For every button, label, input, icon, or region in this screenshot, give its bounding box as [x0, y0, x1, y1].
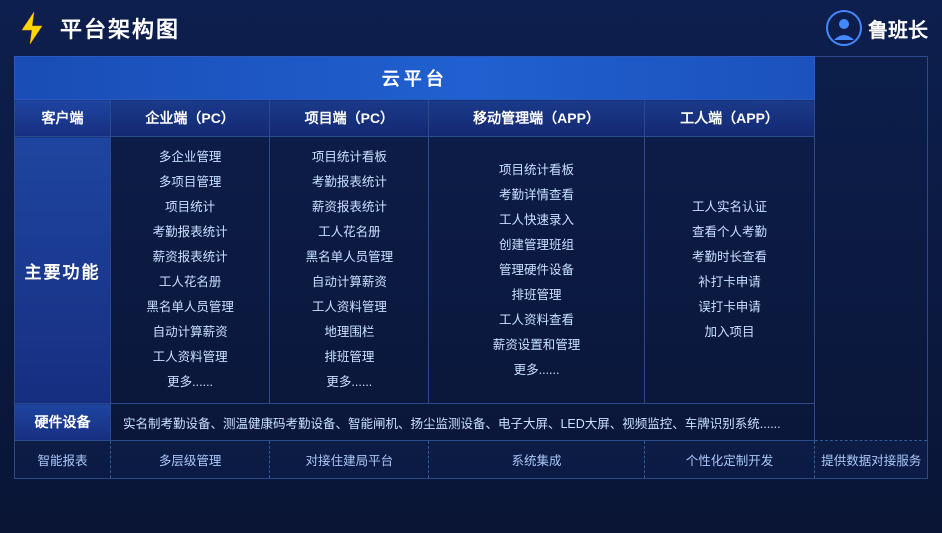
project-feature-8: 地理围栏	[276, 320, 422, 345]
mobile-feature-7: 工人资料查看	[435, 308, 637, 333]
worker-feature-1: 工人实名认证	[651, 195, 809, 220]
main-functions-label: 主要功能	[15, 137, 111, 404]
project-feature-6: 自动计算薪资	[276, 270, 422, 295]
enterprise-feature-1: 多企业管理	[117, 145, 263, 170]
enterprise-feature-10: 更多......	[117, 370, 263, 395]
logo-icon	[14, 10, 50, 46]
enterprise-features-cell: 多企业管理 多项目管理 项目统计 考勤报表统计 薪资报表统计 工人花名册 黑名单…	[110, 137, 269, 404]
page-title: 平台架构图	[60, 12, 180, 44]
project-feature-3: 薪资报表统计	[276, 195, 422, 220]
project-feature-9: 排班管理	[276, 345, 422, 370]
mobile-feature-9: 更多......	[435, 358, 637, 383]
project-feature-1: 项目统计看板	[276, 145, 422, 170]
project-feature-7: 工人资料管理	[276, 295, 422, 320]
main-container: 平台架构图 鲁班长 云平台 客户端 企业端（PC） 项目端（PC） 移动管理端（…	[0, 0, 942, 533]
col-worker: 工人端（APP）	[644, 100, 815, 137]
project-feature-10: 更多......	[276, 370, 422, 395]
enterprise-feature-9: 工人资料管理	[117, 345, 263, 370]
mobile-feature-1: 项目统计看板	[435, 158, 637, 183]
enterprise-feature-8: 自动计算薪资	[117, 320, 263, 345]
hardware-label: 硬件设备	[15, 404, 111, 441]
feature-4: 系统集成	[429, 441, 644, 479]
worker-feature-5: 误打卡申请	[651, 295, 809, 320]
project-features-cell: 项目统计看板 考勤报表统计 薪资报表统计 工人花名册 黑名单人员管理 自动计算薪…	[270, 137, 429, 404]
enterprise-feature-3: 项目统计	[117, 195, 263, 220]
brand-logo: 鲁班长	[826, 10, 928, 46]
feature-5: 个性化定制开发	[644, 441, 815, 479]
bottom-features-row: 智能报表 多层级管理 对接住建局平台 系统集成 个性化定制开发 提供数据对接服务	[15, 441, 928, 479]
project-feature-4: 工人花名册	[276, 220, 422, 245]
col-mobile: 移动管理端（APP）	[429, 100, 644, 137]
col-project: 项目端（PC）	[270, 100, 429, 137]
mobile-feature-6: 排班管理	[435, 283, 637, 308]
col-enterprise: 企业端（PC）	[110, 100, 269, 137]
cloud-row: 云平台	[15, 57, 928, 100]
brand-icon	[826, 10, 862, 46]
feature-1: 智能报表	[15, 441, 111, 479]
mobile-feature-8: 薪资设置和管理	[435, 333, 637, 358]
hardware-content: 实名制考勤设备、测温健康码考勤设备、智能闸机、扬尘监测设备、电子大屏、LED大屏…	[110, 404, 815, 441]
cloud-label: 云平台	[15, 57, 815, 100]
mobile-feature-4: 创建管理班组	[435, 233, 637, 258]
main-functions-row: 主要功能 多企业管理 多项目管理 项目统计 考勤报表统计 薪资报表统计 工人花名…	[15, 137, 928, 404]
feature-2: 多层级管理	[110, 441, 269, 479]
project-feature-2: 考勤报表统计	[276, 170, 422, 195]
hardware-row: 硬件设备 实名制考勤设备、测温健康码考勤设备、智能闸机、扬尘监测设备、电子大屏、…	[15, 404, 928, 441]
feature-3: 对接住建局平台	[270, 441, 429, 479]
worker-feature-4: 补打卡申请	[651, 270, 809, 295]
header-left: 平台架构图	[14, 10, 180, 46]
feature-6: 提供数据对接服务	[815, 441, 928, 479]
col-headers-row: 客户端 企业端（PC） 项目端（PC） 移动管理端（APP） 工人端（APP）	[15, 100, 928, 137]
mobile-feature-5: 管理硬件设备	[435, 258, 637, 283]
enterprise-feature-2: 多项目管理	[117, 170, 263, 195]
mobile-feature-2: 考勤详情查看	[435, 183, 637, 208]
worker-features-cell: 工人实名认证 查看个人考勤 考勤时长查看 补打卡申请 误打卡申请 加入项目	[644, 137, 815, 404]
enterprise-feature-4: 考勤报表统计	[117, 220, 263, 245]
enterprise-feature-5: 薪资报表统计	[117, 245, 263, 270]
worker-feature-3: 考勤时长查看	[651, 245, 809, 270]
worker-feature-2: 查看个人考勤	[651, 220, 809, 245]
header: 平台架构图 鲁班长	[14, 10, 928, 46]
enterprise-feature-7: 黑名单人员管理	[117, 295, 263, 320]
mobile-feature-3: 工人快速录入	[435, 208, 637, 233]
architecture-table: 云平台 客户端 企业端（PC） 项目端（PC） 移动管理端（APP） 工人端（A…	[14, 56, 928, 479]
brand-name: 鲁班长	[868, 14, 928, 43]
enterprise-feature-6: 工人花名册	[117, 270, 263, 295]
col-client: 客户端	[15, 100, 111, 137]
project-feature-5: 黑名单人员管理	[276, 245, 422, 270]
mobile-features-cell: 项目统计看板 考勤详情查看 工人快速录入 创建管理班组 管理硬件设备 排班管理 …	[429, 137, 644, 404]
worker-feature-6: 加入项目	[651, 320, 809, 345]
